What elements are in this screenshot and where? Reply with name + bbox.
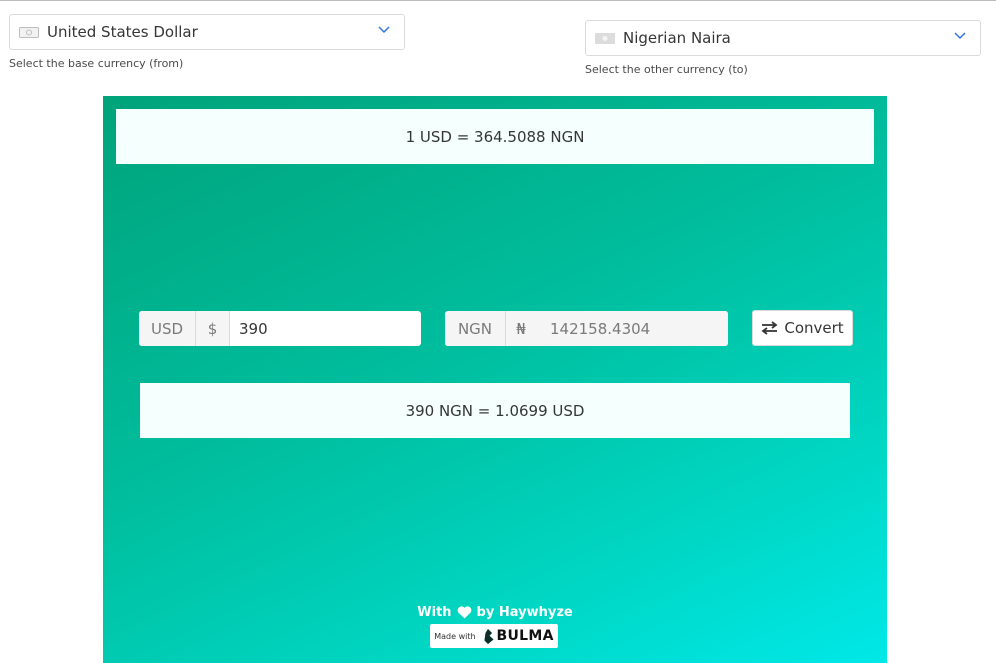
reverse-rate-box: 390 NGN = 1.0699 USD xyxy=(140,383,850,438)
from-currency-code: USD xyxy=(139,311,196,346)
to-currency-symbol: ₦ xyxy=(506,311,536,346)
to-currency-code: NGN xyxy=(445,311,506,346)
to-amount-output[interactable]: 142158.4304 xyxy=(536,311,728,346)
reverse-rate-text: 390 NGN = 1.0699 USD xyxy=(405,401,585,420)
made-with-bulma-badge[interactable]: Made with BULMA xyxy=(430,624,558,648)
exchange-arrows-icon xyxy=(761,321,778,335)
money-bill-icon xyxy=(19,26,39,38)
made-with-text: Made with xyxy=(434,631,476,641)
bulma-logo-icon xyxy=(484,628,494,644)
exchange-rate-text: 1 USD = 364.5088 NGN xyxy=(405,127,585,146)
from-amount-input[interactable]: 390 xyxy=(230,311,421,346)
to-amount-field: NGN ₦ 142158.4304 xyxy=(445,311,728,346)
from-amount-field: USD $ 390 xyxy=(139,311,421,346)
target-currency-select[interactable]: Nigerian Naira xyxy=(585,20,981,56)
bulma-brand-text: BULMA xyxy=(496,628,554,644)
target-currency-help: Select the other currency (to) xyxy=(585,63,748,76)
footer-credit: With by Haywhyze xyxy=(103,605,887,620)
chevron-down-icon xyxy=(378,26,390,34)
exchange-rate-box: 1 USD = 364.5088 NGN xyxy=(116,109,874,164)
base-currency-value: United States Dollar xyxy=(47,23,198,41)
heart-icon xyxy=(457,606,471,619)
base-currency-help: Select the base currency (from) xyxy=(9,57,184,70)
footer-with: With xyxy=(417,605,452,620)
target-currency-value: Nigerian Naira xyxy=(623,29,731,47)
top-divider xyxy=(0,0,996,1)
convert-button[interactable]: Convert xyxy=(752,310,853,346)
footer-author[interactable]: by Haywhyze xyxy=(477,605,573,620)
from-currency-symbol: $ xyxy=(196,311,230,346)
converter-panel: 1 USD = 364.5088 NGN USD $ 390 NGN ₦ 142… xyxy=(103,96,887,663)
money-bill-icon xyxy=(595,32,615,44)
chevron-down-icon xyxy=(954,32,966,40)
convert-button-label: Convert xyxy=(784,319,844,337)
base-currency-select[interactable]: United States Dollar xyxy=(9,14,405,50)
